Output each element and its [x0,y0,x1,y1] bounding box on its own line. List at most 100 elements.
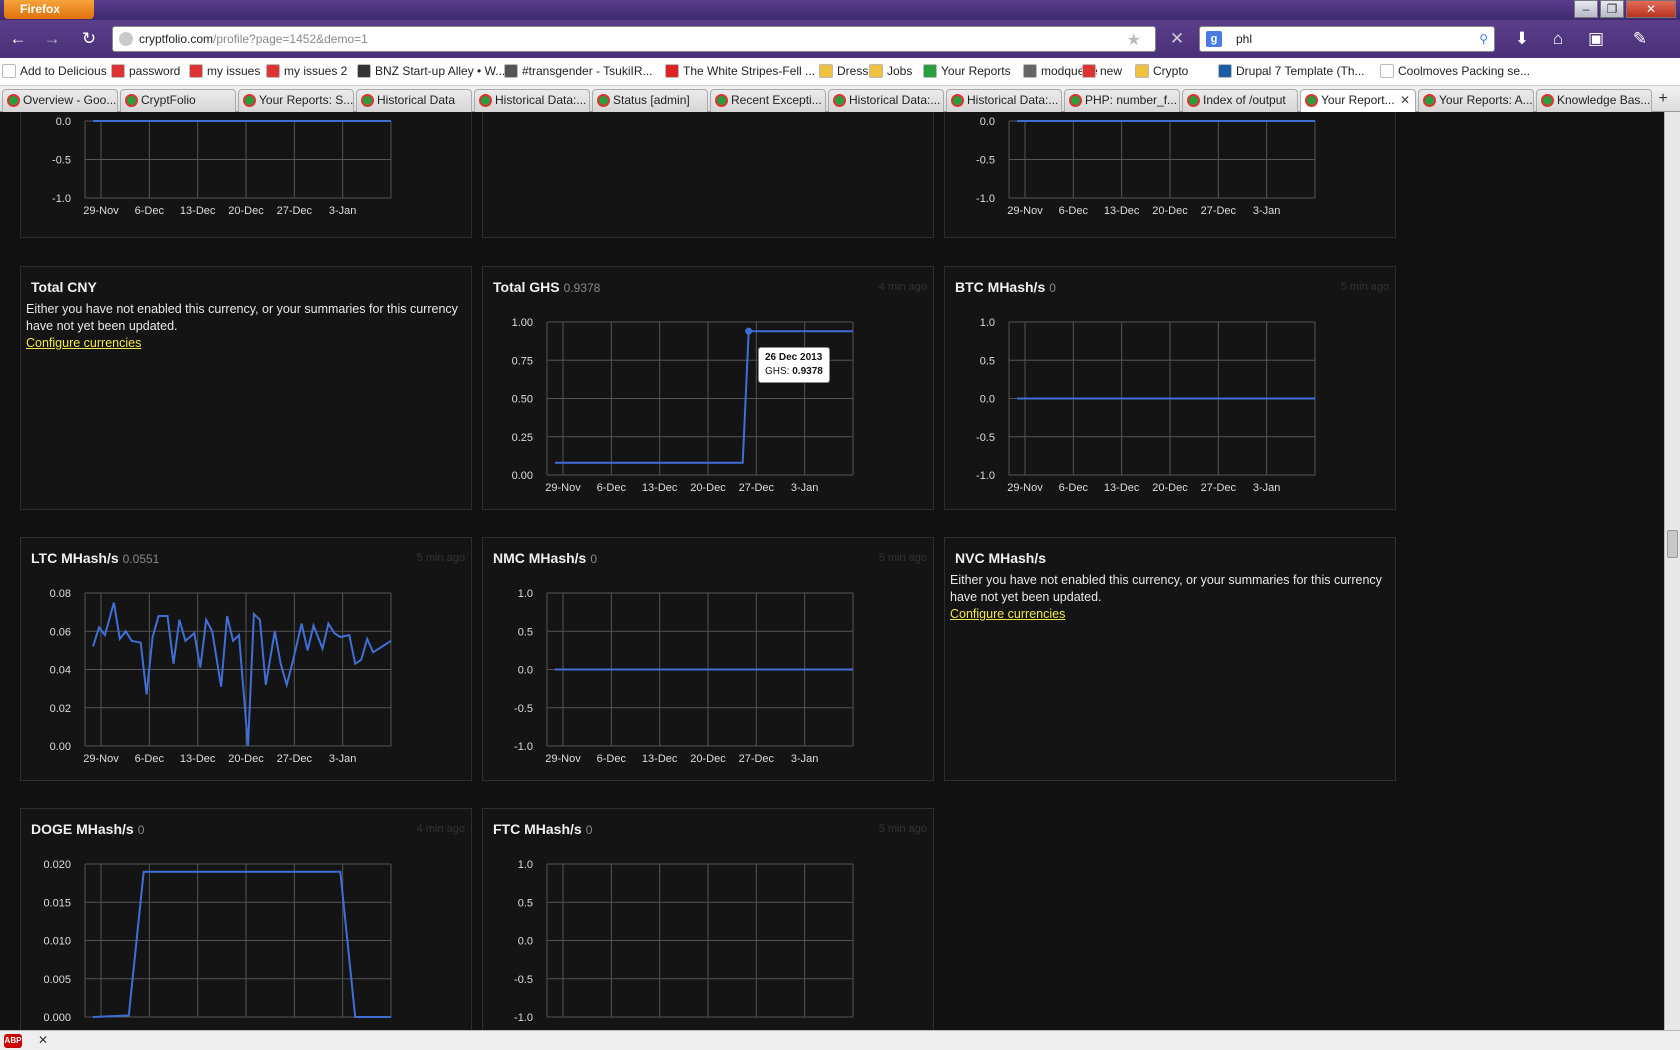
y-tick-label: 0.5 [980,355,995,367]
tab-label: PHP: number_f... [1085,93,1178,107]
bookmark-item[interactable]: BNZ Start-up Alley • W... [357,64,505,78]
bookmark-item[interactable]: Coolmoves Packing se... [1380,64,1530,78]
chart-ftc[interactable]: 1.0 0.5 0.0 -0.5 -1.0 [483,809,935,1030]
tab-close-icon[interactable]: ✕ [1400,90,1410,111]
close-addon-bar-icon[interactable]: ✕ [38,1033,48,1047]
x-tick-label: 20-Dec [1152,482,1188,494]
x-tick-label: 20-Dec [228,205,264,217]
stop-icon[interactable]: ✕ [1165,28,1189,50]
panel-top-right: 0.0 -0.5 -1.0 29-Nov 6-Dec 13-Dec 20-Dec 27-Dec… [944,112,1396,238]
bookmark-item[interactable]: Crypto [1135,64,1188,78]
bookmark-label: Coolmoves Packing se... [1398,64,1531,78]
bookmark-item[interactable]: Jobs [869,64,912,78]
bookmarks-toolbar: Add to Delicious password my issues my issu… [0,58,1680,86]
x-tick-label: 6-Dec [135,205,165,217]
x-tick-label: 3-Jan [791,753,819,765]
new-tab-button[interactable]: + [1652,90,1674,110]
chart-ltc[interactable]: 0.08 0.06 0.04 0.02 0.00 29-Nov 6-Dec 13-Dec 20-… [21,538,473,782]
y-tick-label: 0.005 [43,974,71,986]
home-icon[interactable]: ⌂ [1546,28,1570,50]
status-bar: ABP ✕ [0,1030,1680,1050]
y-tick-label: -0.5 [976,155,995,167]
panel-message: Either you have not enabled this currenc… [26,301,466,352]
bookmark-item[interactable]: password [111,64,180,78]
browser-tab[interactable]: Historical Data [356,89,472,112]
bookmark-label: new [1100,64,1123,78]
chart-tooltip: 26 Dec 2013 GHS: 0.9378 [758,347,830,383]
configure-currencies-link[interactable]: Configure currencies [950,607,1065,621]
bookmark-item[interactable]: Drupal 7 Template (Th... [1218,64,1365,78]
chart-doge[interactable]: 0.020 0.015 0.010 0.005 0.000 [21,809,473,1030]
y-tick-label: 0.04 [50,665,71,677]
browser-tab[interactable]: Status [admin] [592,89,708,112]
reload-button[interactable]: ↻ [77,28,101,50]
minimize-button[interactable]: – [1574,0,1598,18]
back-button[interactable]: ← [6,28,30,50]
bookmark-item[interactable]: Add to Delicious [2,64,107,78]
url-bar[interactable]: cryptfolio.com/profile?page=1452&demo=1 … [112,26,1156,52]
bookmark-item[interactable]: The White Stripes-Fell ... [665,64,815,78]
bookmark-item[interactable]: #transgender - TsukiIR... [504,64,653,78]
panel-top-left: 0.0 -0.5 -1.0 29-Nov 6-Dec 13-Dec 20-Dec 27-Dec… [20,112,472,238]
bookmark-icon [665,64,679,78]
browser-tab[interactable]: Knowledge Bas... [1536,89,1652,112]
chart-ghs[interactable]: 1.00 0.75 0.50 0.25 0.00 29-Nov 6-Dec 13-Dec 20-… [483,267,935,511]
browser-tab[interactable]: PHP: number_f... [1064,89,1180,112]
y-tick-label: -1.0 [514,741,533,753]
browser-tab[interactable]: Historical Data:... [828,89,944,112]
bookmark-star-icon[interactable]: ★ [1127,29,1141,53]
tab-favicon-icon [243,94,256,107]
bookmark-item[interactable]: new [1082,64,1122,78]
browser-tab[interactable]: CryptFolio [120,89,236,112]
tab-label: Index of /output [1203,93,1286,107]
bookmark-item[interactable]: my issues 2 [266,64,347,78]
bookmark-item[interactable]: Your Reports [923,64,1011,78]
tab-label: Status [admin] [613,93,690,107]
browser-tab[interactable]: Your Report... ✕ [1300,89,1416,112]
search-input[interactable]: g phl ⚲ [1199,26,1495,52]
close-window-button[interactable]: ✕ [1626,0,1676,18]
bookmark-icon [357,64,371,78]
x-tick-label: 29-Nov [1007,482,1043,494]
search-icon[interactable]: ⚲ [1479,27,1488,51]
bookmark-item[interactable]: my issues [189,64,260,78]
scrollbar-thumb[interactable] [1667,530,1678,558]
browser-tab[interactable]: Your Reports: A... [1418,89,1534,112]
firefox-menu-button[interactable]: Firefox [4,0,94,19]
panel-total-cny: Total CNY Either you have not enabled th… [20,266,472,510]
sidebar-menu-icon[interactable]: ▣ [1584,28,1608,50]
bookmark-label: The White Stripes-Fell ... [683,64,816,78]
y-tick-label: 1.0 [518,588,533,600]
browser-tab[interactable]: Your Reports: S... [238,89,354,112]
chart-nmc[interactable]: 1.0 0.5 0.0 -0.5 -1.0 29-Nov 6-Dec 13-Dec 20-Dec… [483,538,935,782]
y-tick-label: 0.010 [43,936,71,948]
page-scrollbar[interactable] [1664,112,1680,1030]
browser-tab[interactable]: Historical Data:... [946,89,1062,112]
panel-title: Total CNY [31,279,97,295]
x-tick-label: 3-Jan [329,205,357,217]
y-tick-label: -0.5 [976,432,995,444]
panel-ftc-mhash: FTC MHash/s 0 5 min ago 1.0 0.5 0.0 -0.5 -1.0 [482,808,934,1030]
browser-tab[interactable]: Overview - Goo... [2,89,118,112]
tab-label: Knowledge Bas... [1557,93,1651,107]
restore-button[interactable]: ❐ [1600,0,1624,18]
bookmark-label: my issues [207,64,261,78]
site-identity-icon[interactable] [119,32,133,46]
addon-icon[interactable]: ✎ [1628,28,1652,50]
forward-button[interactable]: → [40,28,64,50]
browser-tab[interactable]: Recent Excepti... [710,89,826,112]
bookmark-label: password [129,64,181,78]
not-enabled-message: Either you have not enabled this currenc… [26,302,458,333]
adblock-icon[interactable]: ABP [4,1034,22,1048]
browser-tab[interactable]: Historical Data:... [474,89,590,112]
chart-btc[interactable]: 1.0 0.5 0.0 -0.5 -1.0 29-Nov 6-Dec 13-Dec 20-Dec… [945,267,1397,511]
search-engine-icon[interactable]: g [1206,31,1222,47]
bookmark-icon [266,64,280,78]
panel-total-ghs: Total GHS 0.9378 4 min ago 1.00 0.75 0.50 0.… [482,266,934,510]
browser-tab[interactable]: Index of /output [1182,89,1298,112]
tab-label: Your Reports: A... [1439,93,1533,107]
y-tick-label: -1.0 [976,193,995,205]
x-tick-label: 27-Dec [1201,205,1237,217]
configure-currencies-link[interactable]: Configure currencies [26,336,141,350]
download-icon[interactable]: ⬇ [1510,28,1534,50]
